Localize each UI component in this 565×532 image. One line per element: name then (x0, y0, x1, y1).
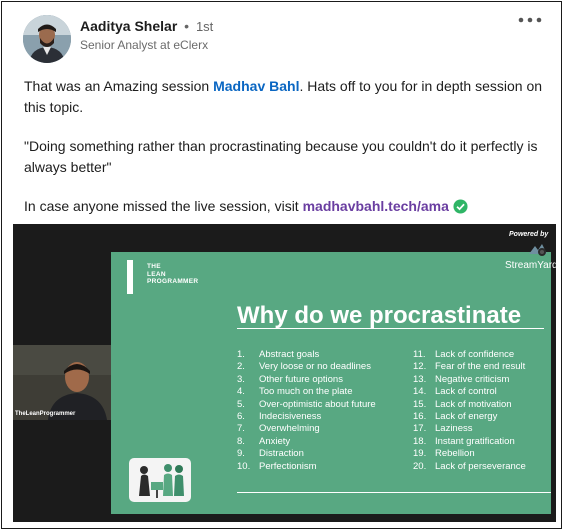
reason-item: 5. Over-optimistic about future (237, 399, 376, 410)
reason-text: Indecisiveness (259, 411, 322, 422)
post-link-prefix: In case anyone missed the live session, … (24, 198, 303, 214)
reason-item: 9. Distraction (237, 448, 304, 459)
mention-link[interactable]: Madhav Bahl (213, 78, 299, 94)
reason-text: Lack of motivation (435, 398, 512, 410)
reason-number: 17. (413, 423, 427, 435)
reason-number: 11. (413, 349, 426, 360)
people-illustration-icon (129, 458, 191, 502)
reason-text: Overwhelming (259, 423, 320, 435)
post-text-before-mention: That was an Amazing session (24, 78, 214, 94)
reason-text: Negative criticism (435, 373, 510, 385)
reason-number: 8. (237, 435, 245, 447)
post-text-line-2: this topic. (24, 99, 84, 115)
reason-number: 14. (413, 386, 427, 398)
webcam-label: TheLeanProgrammer (15, 411, 76, 417)
webcam-feed: TheLeanProgrammer (13, 345, 111, 420)
slide-logo: THE LEAN PROGRAMMER (147, 263, 198, 286)
check-circle-icon (453, 198, 468, 220)
logo-line-3: PROGRAMMER (147, 278, 199, 285)
post-quote-line-1: "Doing something rather than procrastina… (24, 138, 538, 154)
author-headline: Senior Analyst at eClerx (80, 38, 209, 52)
reason-text: Laziness (435, 423, 473, 435)
reason-number: 15. (413, 398, 427, 410)
reason-text: Lack of confidence (435, 349, 515, 360)
reason-item: 15. Lack of motivation (413, 399, 512, 410)
reason-item: 10. Perfectionism (237, 461, 317, 472)
reason-number: 7. (237, 423, 245, 435)
reason-item: 8. Anxiety (237, 436, 290, 447)
streamyard-icon (527, 242, 549, 258)
reason-item: 19. Rebellion (413, 448, 475, 459)
presentation-slide: THE LEAN PROGRAMMER Why do we procrastin… (111, 252, 551, 514)
brand-label: StreamYard (505, 260, 556, 271)
post-card: Aaditya Shelar • 1st Senior Analyst at e… (1, 1, 562, 529)
reason-item: 17. Laziness (413, 423, 473, 434)
slide-title: Why do we procrastinate (237, 302, 522, 329)
reason-number: 2. (237, 361, 245, 373)
reason-text: Abstract goals (259, 349, 320, 360)
reason-item: 13. Negative criticism (413, 374, 509, 385)
reason-number: 5. (237, 398, 245, 410)
author-name[interactable]: Aaditya Shelar (80, 18, 177, 34)
separator-dot: • (184, 18, 190, 34)
reason-item: 6. Indecisiveness (237, 411, 321, 422)
reason-number: 4. (237, 386, 245, 398)
reason-text: Fear of the end result (435, 361, 526, 373)
title-divider (237, 328, 544, 329)
reason-text: Distraction (259, 448, 304, 460)
reason-number: 16. (413, 411, 427, 422)
bottom-divider (237, 492, 551, 493)
more-options-icon[interactable] (516, 12, 544, 28)
reason-item: 7. Overwhelming (237, 423, 320, 434)
reason-text: Over-optimistic about future (259, 398, 376, 410)
reason-item: 20. Lack of perseverance (413, 461, 526, 472)
logo-line-1: THE (147, 263, 161, 270)
external-link[interactable]: madhavbahl.tech/ama (303, 198, 449, 214)
reason-text: Other future options (259, 373, 343, 385)
video-player[interactable]: THE LEAN PROGRAMMER Why do we procrastin… (13, 224, 556, 522)
connection-degree: 1st (195, 19, 214, 34)
post-link-line: In case anyone missed the live session, … (24, 195, 468, 220)
reason-item: 12. Fear of the end result (413, 361, 525, 372)
reason-number: 9. (237, 448, 245, 460)
reason-text: Lack of control (435, 386, 497, 398)
avatar[interactable] (23, 15, 71, 63)
avatar-photo (23, 15, 71, 63)
reason-number: 10. (237, 460, 251, 472)
author-line: Aaditya Shelar • 1st (80, 18, 213, 34)
reason-number: 20. (413, 460, 427, 472)
reason-number: 1. (237, 349, 245, 360)
reason-text: Instant gratification (435, 435, 515, 447)
post-text-after-mention: . Hats off to you for in depth session o… (299, 78, 543, 94)
presenter-photo (13, 345, 111, 420)
reason-text: Lack of perseverance (435, 460, 526, 472)
reason-text: Very loose or no deadlines (259, 361, 371, 373)
reason-number: 3. (237, 373, 245, 385)
reason-text: Perfectionism (259, 460, 317, 472)
reason-item: 3. Other future options (237, 374, 343, 385)
logo-line-2: LEAN (147, 270, 166, 278)
post-quote-line-2: always better" (24, 159, 112, 175)
reason-text: Too much on the plate (259, 386, 353, 398)
reason-text: Lack of energy (435, 411, 498, 422)
reason-item: 18. Instant gratification (413, 436, 515, 447)
reason-item: 16. Lack of energy (413, 411, 497, 422)
reason-text: Rebellion (435, 448, 475, 460)
reason-text: Anxiety (259, 435, 291, 447)
powered-by-label: Powered by (509, 231, 549, 238)
reason-number: 13. (413, 373, 427, 385)
reason-item: 14. Lack of control (413, 386, 497, 397)
reason-item: 1. Abstract goals (237, 349, 319, 360)
reason-number: 12. (413, 361, 427, 373)
reason-item: 11. Lack of confidence (413, 349, 514, 360)
reason-item: 4. Too much on the plate (237, 386, 352, 397)
reason-number: 6. (237, 411, 245, 422)
logo-bar (127, 260, 133, 294)
reason-number: 18. (413, 435, 427, 447)
ellipsis-icon (518, 17, 542, 23)
post-text-line-1: That was an Amazing session Madhav Bahl.… (24, 75, 542, 97)
reason-item: 2. Very loose or no deadlines (237, 361, 371, 372)
reason-number: 19. (413, 448, 427, 460)
